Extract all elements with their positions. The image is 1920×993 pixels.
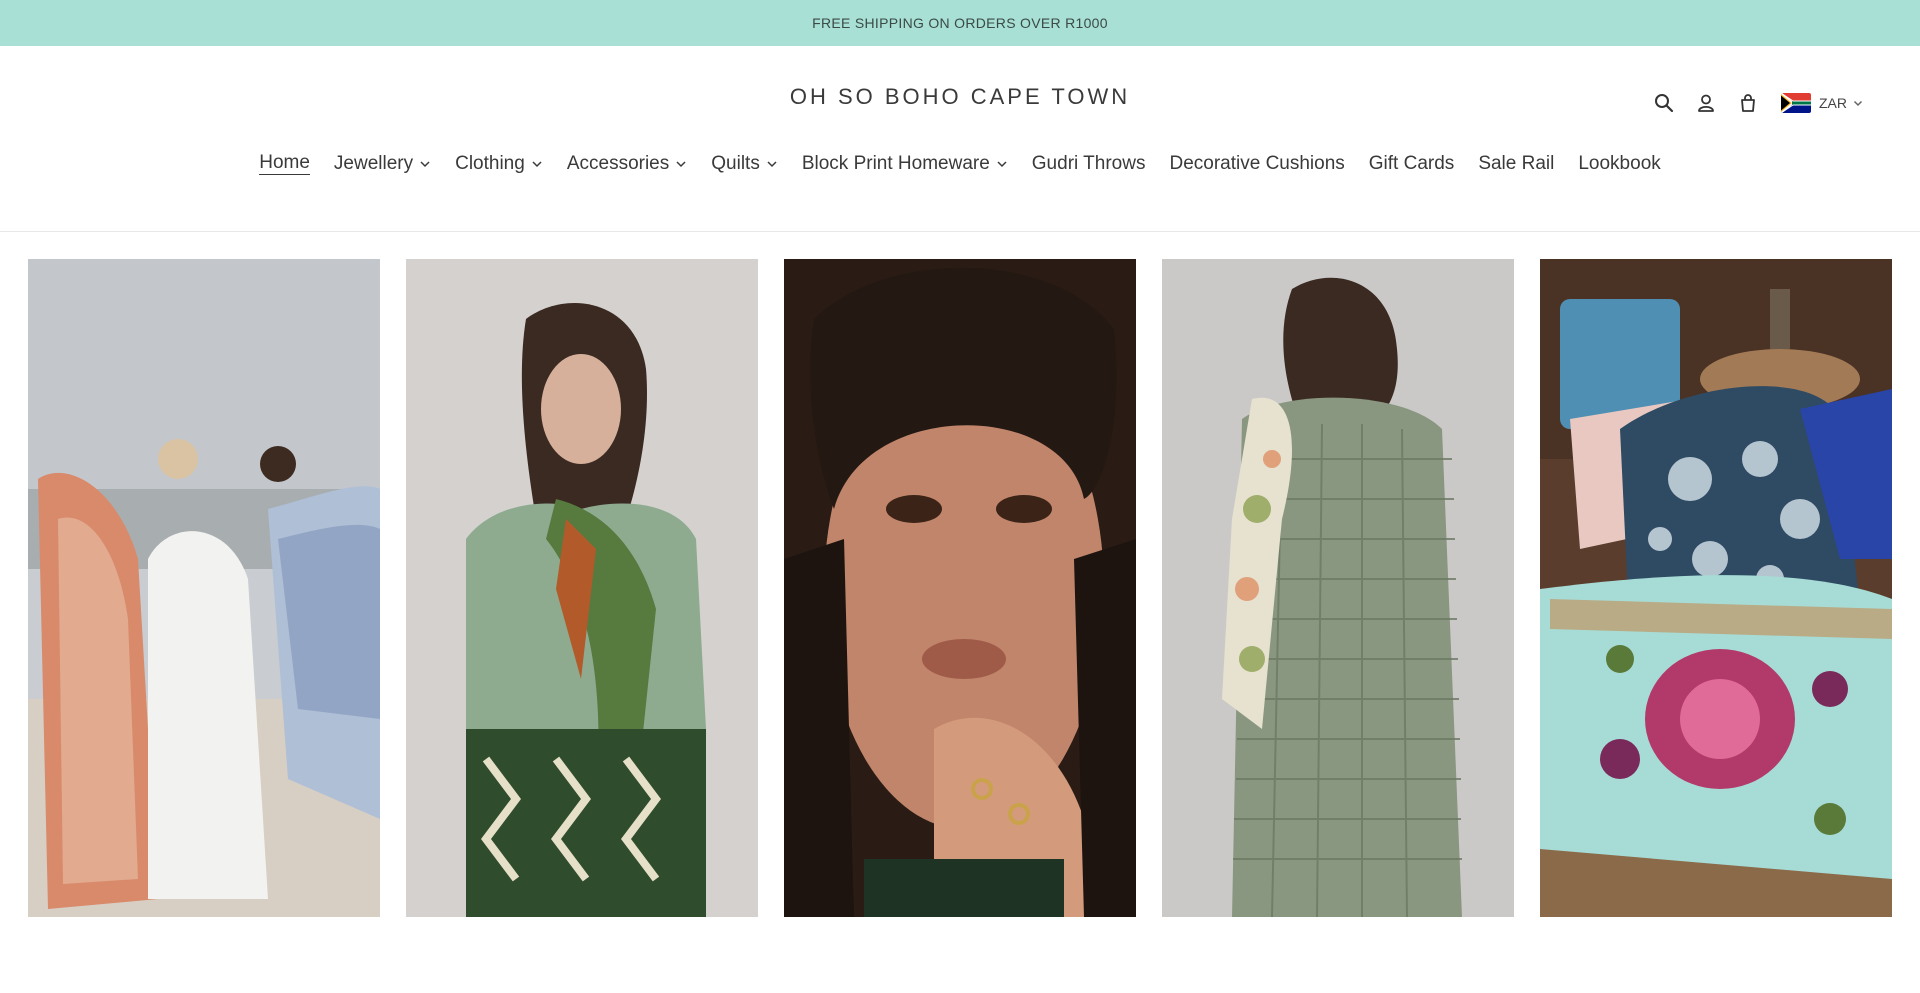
nav-item-sale-rail[interactable]: Sale Rail [1478, 153, 1554, 175]
nav-label: Accessories [566, 152, 670, 174]
nav-label: Gift Cards [1368, 152, 1455, 174]
main-nav: Home Jewellery Clothing Accessories Quil… [0, 152, 1920, 175]
announcement-text: FREE SHIPPING ON ORDERS OVER R1000 [812, 15, 1108, 31]
nav-label: Quilts [711, 152, 760, 174]
user-icon [1698, 94, 1714, 112]
gallery-image-green-top[interactable] [406, 259, 758, 917]
image-gallery [28, 259, 1892, 917]
nav-item-jewellery[interactable]: Jewellery [334, 153, 431, 175]
search-icon [1655, 94, 1674, 113]
brand-logo-link[interactable]: OH SO BOHO CAPE TOWN [0, 84, 1920, 110]
chevron-down-icon [532, 160, 542, 167]
nav-item-lookbook[interactable]: Lookbook [1578, 153, 1660, 175]
account-button[interactable] [1685, 86, 1727, 120]
chevron-down-icon [676, 160, 686, 167]
nav-item-decorative-cushions[interactable]: Decorative Cushions [1169, 153, 1344, 175]
nav-label: Lookbook [1578, 152, 1661, 174]
gallery-image-portrait[interactable] [784, 259, 1136, 917]
chevron-down-icon [420, 160, 430, 167]
gallery-image-gingham-coat[interactable] [1162, 259, 1514, 917]
nav-item-home[interactable]: Home [259, 152, 310, 175]
cart-icon [1741, 94, 1755, 112]
nav-item-clothing[interactable]: Clothing [455, 153, 543, 175]
announcement-bar: FREE SHIPPING ON ORDERS OVER R1000 [0, 0, 1920, 46]
nav-item-gift-cards[interactable]: Gift Cards [1369, 153, 1455, 175]
nav-label: Block Print Homeware [801, 152, 990, 174]
gallery-image-beach-scarves[interactable] [28, 259, 380, 917]
nav-label: Gudri Throws [1031, 152, 1146, 174]
nav-item-quilts[interactable]: Quilts [711, 153, 778, 175]
nav-item-accessories[interactable]: Accessories [567, 153, 687, 175]
header-icons: ZAR [1643, 86, 1864, 120]
search-button[interactable] [1643, 86, 1685, 120]
chevron-down-icon [1853, 100, 1863, 107]
nav-label: Clothing [455, 152, 525, 174]
cart-button[interactable] [1727, 86, 1769, 120]
nav-label: Decorative Cushions [1169, 152, 1345, 174]
chevron-down-icon [767, 160, 777, 167]
currency-code: ZAR [1819, 95, 1847, 111]
site-header: OH SO BOHO CAPE TOWN ZAR Home Jewellery … [0, 46, 1920, 232]
gallery-image-cushions[interactable] [1540, 259, 1892, 917]
chevron-down-icon [997, 160, 1007, 167]
nav-label: Home [259, 152, 310, 175]
nav-item-block-print-homeware[interactable]: Block Print Homeware [802, 153, 1008, 175]
nav-label: Sale Rail [1478, 152, 1555, 174]
south-africa-flag-icon [1781, 93, 1811, 113]
currency-selector[interactable]: ZAR [1781, 93, 1864, 113]
nav-item-gudri-throws[interactable]: Gudri Throws [1032, 153, 1146, 175]
nav-label: Jewellery [333, 152, 414, 174]
